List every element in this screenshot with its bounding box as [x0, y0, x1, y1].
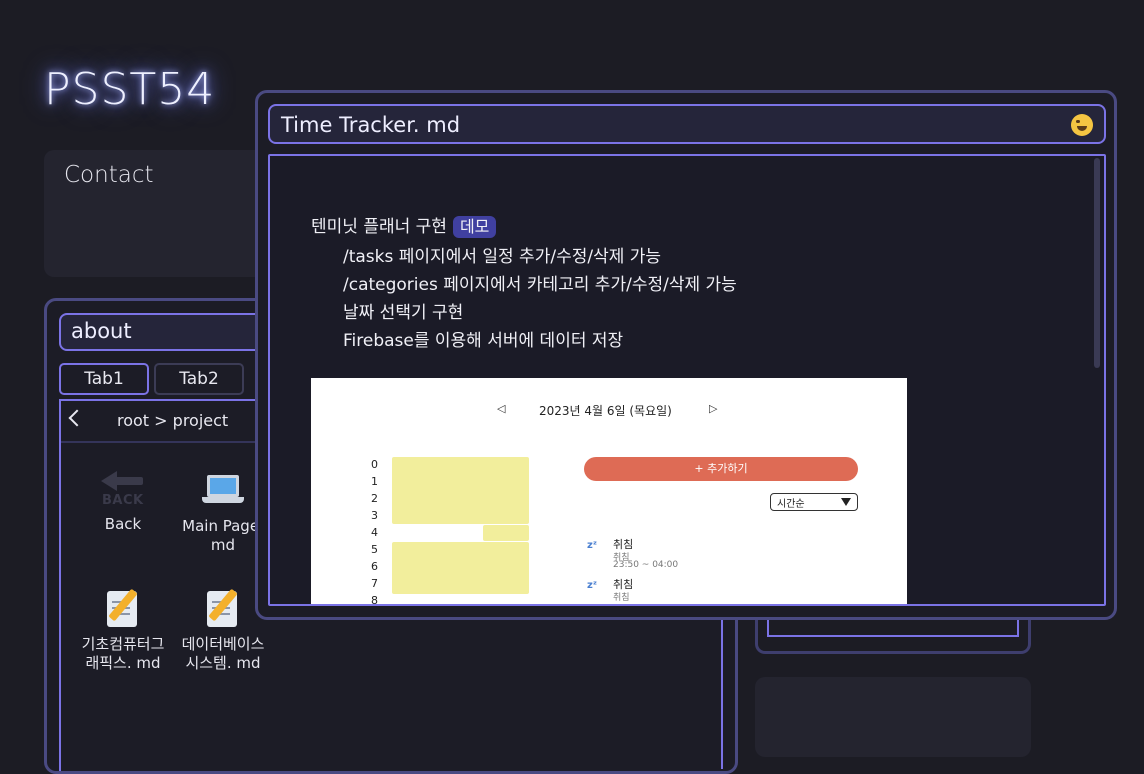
- sleep-icon: zᶻ: [587, 580, 597, 591]
- timeline-block: [392, 542, 529, 594]
- file-label: 데이터베이스시스템. md: [181, 635, 265, 672]
- document-content[interactable]: 텐미닛 플래너 구현 데모 /tasks 페이지에서 일정 추가/수정/삭제 가능…: [268, 154, 1106, 606]
- file-label: 기초컴퓨터그래픽스. md: [81, 635, 165, 672]
- demo-badge[interactable]: 데모: [452, 216, 497, 238]
- file-label: Back: [104, 515, 142, 533]
- time-tracker-window: Time Tracker. md 텐미닛 플래너 구현 데모 /tasks 페이지…: [255, 90, 1117, 620]
- file-item-back[interactable]: BACK Back: [75, 469, 171, 534]
- file-item-graphics[interactable]: 기초컴퓨터그래픽스. md: [75, 587, 171, 673]
- tab-2[interactable]: Tab2: [154, 363, 244, 395]
- sleep-icon: zᶻ: [587, 540, 597, 551]
- next-day-icon: ▷: [709, 402, 718, 415]
- scrollbar[interactable]: [1094, 158, 1100, 368]
- chevron-left-icon[interactable]: [68, 409, 86, 427]
- app-screenshot: ◁ 2023년 4월 6일 (목요일) ▷ 0 1 2 3 4 5 6 7 8 …: [311, 378, 907, 606]
- timeline-block: [483, 525, 529, 541]
- hour-label: 4: [371, 526, 378, 539]
- back-arrow-icon: BACK: [101, 469, 145, 509]
- hour-label: 8: [371, 594, 378, 606]
- bullet-item: /categories 페이지에서 카테고리 추가/수정/삭제 가능: [343, 275, 737, 295]
- memo-icon: [103, 587, 143, 629]
- timeline-block: [392, 457, 529, 524]
- hour-label: 5: [371, 543, 378, 556]
- window-title-bar[interactable]: Time Tracker. md: [268, 104, 1106, 144]
- memo-icon: [203, 587, 243, 629]
- triangle-down-icon: [841, 498, 851, 506]
- right-card: [755, 677, 1031, 757]
- about-title: about: [71, 319, 132, 343]
- prev-day-icon: ◁: [497, 402, 506, 415]
- hour-label: 7: [371, 577, 378, 590]
- laughing-emoji-icon[interactable]: [1071, 114, 1093, 136]
- hour-label: 1: [371, 475, 378, 488]
- sort-select: 시간순: [770, 493, 858, 511]
- date-label: 2023년 4월 6일 (목요일): [539, 404, 672, 418]
- hour-label: 3: [371, 509, 378, 522]
- bullet-item: Firebase를 이용해 서버에 데이터 저장: [343, 331, 624, 351]
- laptop-icon: [202, 471, 244, 511]
- item-time: 23:50 ~ 04:00: [613, 560, 679, 570]
- hour-label: 2: [371, 492, 378, 505]
- window-title: Time Tracker. md: [281, 113, 461, 137]
- contact-title: Contact: [64, 162, 154, 188]
- site-logo[interactable]: PSST54: [44, 64, 215, 115]
- breadcrumb: root > project: [117, 411, 229, 430]
- bullet-item: /tasks 페이지에서 일정 추가/수정/삭제 가능: [343, 247, 662, 267]
- add-button: + 추가하기: [584, 457, 858, 481]
- section-heading: 텐미닛 플래너 구현 데모: [311, 212, 497, 238]
- file-label: Main Page. md: [182, 517, 264, 554]
- item-category: 취침: [613, 593, 630, 603]
- tab-1[interactable]: Tab1: [59, 363, 149, 395]
- hour-label: 0: [371, 458, 378, 471]
- bullet-item: 날짜 선택기 구현: [343, 303, 464, 323]
- hour-label: 6: [371, 560, 378, 573]
